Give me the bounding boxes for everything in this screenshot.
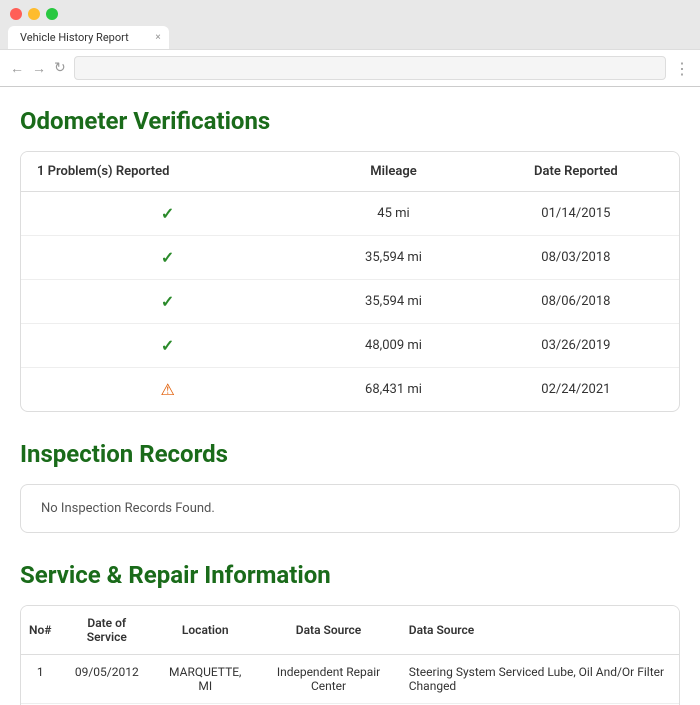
menu-button[interactable]: ⋮ (674, 59, 690, 78)
odometer-status-cell: ✓ (21, 192, 314, 236)
service-cell-detail: Steering System Serviced Lube, Oil And/O… (401, 655, 679, 704)
service-col-source1: Data Source (256, 606, 400, 655)
service-cell-location: MARQUETTE, MI (154, 655, 256, 704)
odometer-status-cell: ⚠ (21, 368, 314, 411)
tab-title: Vehicle History Report (20, 31, 129, 44)
odometer-col-date: Date Reported (473, 152, 679, 192)
service-cell-date: 09/05/2012 (59, 655, 154, 704)
odometer-row: ⚠ 68,431 mi02/24/2021 (21, 368, 679, 411)
back-button[interactable]: ← (10, 60, 24, 77)
address-bar[interactable] (74, 56, 666, 80)
odometer-col-mileage: Mileage (314, 152, 472, 192)
service-cell-no: 1 (21, 655, 59, 704)
odometer-status-cell: ✓ (21, 236, 314, 280)
odometer-section-title: Odometer Verifications (20, 107, 680, 135)
odometer-table: 1 Problem(s) Reported Mileage Date Repor… (20, 151, 680, 412)
odometer-date-cell: 08/03/2018 (473, 236, 679, 280)
odometer-status-cell: ✓ (21, 280, 314, 324)
service-col-source2: Data Source (401, 606, 679, 655)
service-col-no: No# (21, 606, 59, 655)
inspection-section-title: Inspection Records (20, 440, 680, 468)
check-icon: ✓ (161, 204, 174, 223)
odometer-row: ✓ 48,009 mi03/26/2019 (21, 324, 679, 368)
odometer-date-cell: 03/26/2019 (473, 324, 679, 368)
service-cell-source: Independent Repair Center (256, 655, 400, 704)
service-col-date: Date of Service (59, 606, 154, 655)
tab-close-icon[interactable]: × (155, 32, 160, 43)
odometer-date-cell: 02/24/2021 (473, 368, 679, 411)
close-dot[interactable] (10, 8, 22, 20)
inspection-empty-message: No Inspection Records Found. (41, 501, 215, 516)
check-icon: ✓ (161, 248, 174, 267)
odometer-header-row: 1 Problem(s) Reported Mileage Date Repor… (21, 152, 679, 192)
title-bar (0, 0, 700, 26)
browser-tab[interactable]: Vehicle History Report × (8, 26, 169, 49)
minimize-dot[interactable] (28, 8, 40, 20)
check-icon: ✓ (161, 292, 174, 311)
inspection-empty-box: No Inspection Records Found. (20, 484, 680, 533)
odometer-date-cell: 01/14/2015 (473, 192, 679, 236)
odometer-row: ✓ 45 mi01/14/2015 (21, 192, 679, 236)
service-row: 109/05/2012MARQUETTE, MIIndependent Repa… (21, 655, 679, 704)
odometer-mileage-cell: 68,431 mi (314, 368, 472, 411)
odometer-mileage-cell: 35,594 mi (314, 236, 472, 280)
odometer-row: ✓ 35,594 mi08/03/2018 (21, 236, 679, 280)
odometer-status-cell: ✓ (21, 324, 314, 368)
odometer-mileage-cell: 45 mi (314, 192, 472, 236)
service-header-row: No# Date of Service Location Data Source… (21, 606, 679, 655)
warning-icon: ⚠ (160, 380, 174, 399)
forward-button[interactable]: → (32, 60, 46, 77)
service-col-location: Location (154, 606, 256, 655)
check-icon: ✓ (161, 336, 174, 355)
odometer-row: ✓ 35,594 mi08/06/2018 (21, 280, 679, 324)
odometer-mileage-cell: 35,594 mi (314, 280, 472, 324)
tab-bar: Vehicle History Report × (0, 26, 700, 49)
service-section-title: Service & Repair Information (20, 561, 680, 589)
odometer-date-cell: 08/06/2018 (473, 280, 679, 324)
odometer-mileage-cell: 48,009 mi (314, 324, 472, 368)
maximize-dot[interactable] (46, 8, 58, 20)
nav-bar: ← → ↻ ⋮ (0, 49, 700, 86)
page-content: Odometer Verifications 1 Problem(s) Repo… (0, 87, 700, 705)
service-table: No# Date of Service Location Data Source… (20, 605, 680, 705)
browser-chrome: Vehicle History Report × ← → ↻ ⋮ (0, 0, 700, 87)
odometer-col-status: 1 Problem(s) Reported (21, 152, 314, 192)
refresh-button[interactable]: ↻ (54, 60, 66, 76)
